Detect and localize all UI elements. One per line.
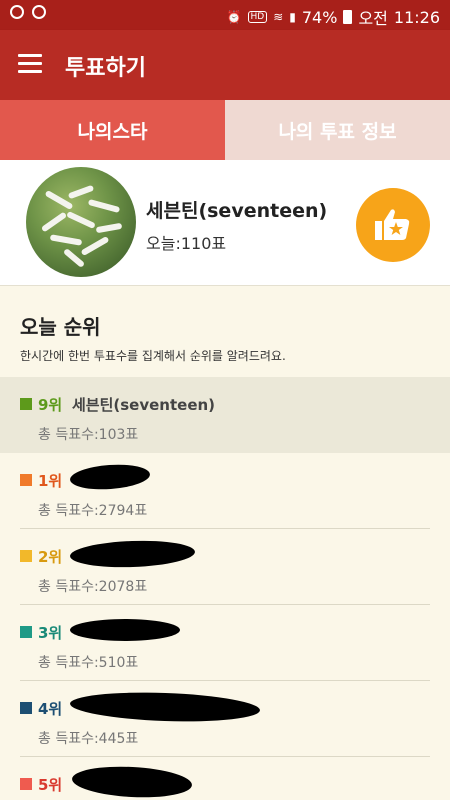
tab-bar: 나의스타 나의 투표 정보 (0, 100, 450, 160)
star-name: 세븐틴(seventeen) (146, 200, 328, 222)
tab-my-vote-info[interactable]: 나의 투표 정보 (225, 100, 450, 160)
clock-ampm: 오전 (358, 9, 388, 28)
ranking-row-2[interactable]: 2위 총 득표수:2078표 (0, 529, 450, 605)
rank-total-votes: 총 득표수:103표 (38, 427, 139, 443)
alarm-icon: ⏰ (226, 10, 242, 24)
ranking-row-1[interactable]: 1위 총 득표수:2794표 (0, 453, 450, 529)
wifi-icon: ≋ (273, 10, 284, 24)
rank-name: 세븐틴(seventeen) (72, 396, 216, 414)
ranking-row-5[interactable]: 5위 (0, 757, 450, 800)
rank-total-votes: 총 득표수:445표 (38, 731, 139, 747)
ranking-description: 한시간에 한번 투표수를 집계해서 순위를 알려드려요. (20, 349, 286, 363)
tab-my-star[interactable]: 나의스타 (0, 100, 225, 160)
rank-label: 5위 (38, 776, 63, 794)
today-votes: 오늘:110표 (146, 234, 227, 253)
rank-color-marker (20, 778, 32, 790)
redacted-name (69, 462, 151, 492)
ranking-header: 오늘 순위 한시간에 한번 투표수를 집계해서 순위를 알려드려요. (0, 287, 450, 377)
vote-button[interactable] (356, 188, 430, 262)
star-avatar (26, 167, 136, 277)
notification-app-icon-2 (32, 5, 46, 19)
rank-total-votes: 총 득표수:2794표 (38, 503, 148, 519)
redacted-name (70, 619, 180, 641)
redacted-name (69, 689, 261, 725)
rank-label: 2위 (38, 548, 63, 566)
ranking-row-mine[interactable]: 9위 세븐틴(seventeen) 총 득표수:103표 (0, 377, 450, 453)
battery-percent: 74% (301, 7, 338, 27)
rank-label: 4위 (38, 700, 63, 718)
rank-total-votes: 총 득표수:510표 (38, 655, 139, 671)
rank-color-marker (20, 474, 32, 486)
ranking-title: 오늘 순위 (20, 315, 101, 339)
redacted-name (71, 763, 193, 800)
thumbs-up-star-icon (375, 209, 410, 240)
rank-color-marker (20, 626, 32, 638)
rank-label: 1위 (38, 472, 63, 490)
ranking-row-4[interactable]: 4위 총 득표수:445표 (0, 681, 450, 757)
signal-icon: ▮ (289, 10, 296, 24)
redacted-name (69, 538, 196, 570)
hamburger-menu-icon[interactable] (18, 54, 42, 74)
clock-time: 11:26 (393, 7, 440, 27)
status-bar: ⏰ HD ≋ ▮ 74% 오전 11:26 (0, 0, 450, 30)
notification-app-icon (10, 5, 24, 19)
battery-icon (343, 10, 353, 24)
rank-label: 3위 (38, 624, 63, 642)
rank-total-votes: 총 득표수:2078표 (38, 579, 148, 595)
rank-color-marker (20, 550, 32, 562)
page-title: 투표하기 (65, 56, 146, 81)
rank-color-marker (20, 702, 32, 714)
ranking-row-3[interactable]: 3위 총 득표수:510표 (0, 605, 450, 681)
rank-color-marker (20, 398, 32, 410)
app-bar: 투표하기 (0, 30, 450, 100)
rank-label: 9위 (38, 396, 63, 414)
my-star-card: 세븐틴(seventeen) 오늘:110표 (0, 160, 450, 286)
hd-icon: HD (247, 11, 268, 23)
